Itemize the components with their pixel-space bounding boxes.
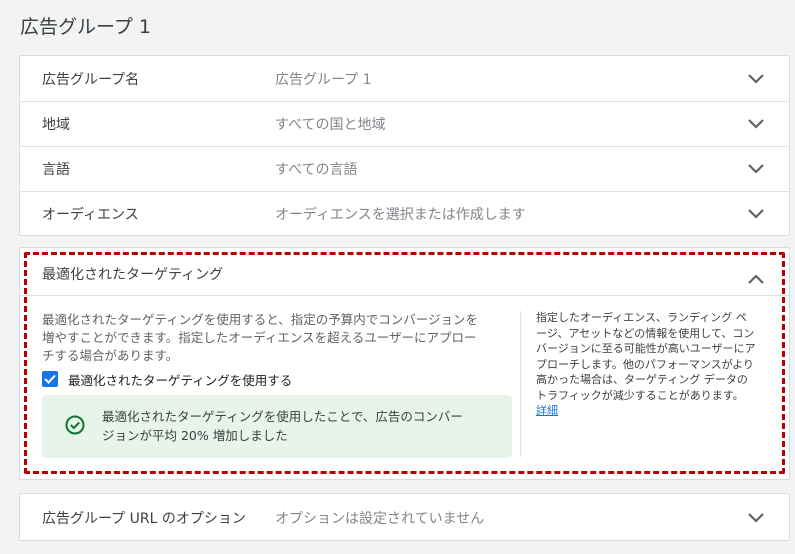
description-line: チする場合があります。 [42, 348, 179, 363]
optimized-targeting-panel: 最適化されたターゲティング 最適化されたターゲティングを使用すると、指定の予算内… [19, 247, 790, 480]
description-line: 最適化されたターゲティングを使用すると、指定の予算内でコンバージョンを [42, 312, 479, 327]
help-line: バージョンに至る可能性が高いユーザーにア [536, 342, 756, 355]
help-line: トラフィックが減少することがあります。 [536, 388, 744, 402]
chevron-down-icon[interactable] [747, 73, 765, 85]
url-options-panel: 広告グループ URL のオプション オプションは設定されていません [19, 493, 790, 541]
success-text: 最適化されたターゲティングを使用したことで、広告のコンバー ジョンが平均 20%… [102, 407, 502, 445]
setting-label: 広告グループ名 [42, 71, 140, 88]
setting-row-url-options[interactable]: 広告グループ URL のオプション オプションは設定されていません [20, 495, 789, 540]
setting-row-audience[interactable]: オーディエンス オーディエンスを選択または作成します [20, 191, 789, 236]
checkbox-label[interactable]: 最適化されたターゲティングを使用する [68, 370, 292, 389]
optimized-targeting-title[interactable]: 最適化されたターゲティング [42, 264, 223, 284]
setting-value: すべての言語 [275, 162, 358, 178]
setting-row-ad-group-name[interactable]: 広告グループ名 広告グループ 1 [20, 56, 789, 101]
setting-label: 地域 [42, 117, 70, 133]
use-optimized-targeting-checkbox-row[interactable]: 最適化されたターゲティングを使用する [42, 370, 292, 388]
chevron-down-icon[interactable] [747, 118, 765, 130]
optimized-targeting-description: 最適化されたターゲティングを使用すると、指定の予算内でコンバージョンを 増やすこ… [42, 311, 508, 365]
setting-value: オーディエンスを選択または作成します [275, 207, 526, 223]
checkbox-checked[interactable] [42, 371, 58, 387]
setting-value: すべての国と地域 [275, 117, 386, 133]
chevron-up-icon[interactable] [747, 270, 765, 284]
success-message: 最適化されたターゲティングを使用したことで、広告のコンバー ジョンが平均 20%… [42, 395, 512, 458]
settings-panel: 広告グループ名 広告グループ 1 地域 すべての国と地域 言語 すべての言語 オ… [19, 55, 790, 236]
page-title: 広告グループ 1 [20, 16, 151, 38]
divider [20, 295, 789, 296]
setting-label: オーディエンス [42, 207, 139, 223]
learn-more-link[interactable]: 詳細 [536, 403, 774, 419]
success-line: ジョンが平均 20% 増加しました [102, 428, 288, 443]
description-line: 増やすことができます。指定したオーディエンスを超えるユーザーにアプロー [42, 330, 477, 345]
setting-value: 広告グループ 1 [275, 71, 372, 88]
help-line: ージ、アセットなどの情報を使用して、コン [536, 326, 755, 340]
help-line: 指定したオーディエンス、ランディング ペ [536, 311, 747, 324]
setting-row-language[interactable]: 言語 すべての言語 [20, 146, 789, 191]
setting-value: オプションは設定されていません [275, 510, 485, 527]
setting-label: 言語 [42, 162, 70, 178]
chevron-down-icon[interactable] [747, 163, 765, 175]
setting-row-location[interactable]: 地域 すべての国と地域 [20, 101, 789, 146]
vertical-divider [520, 311, 521, 457]
help-line: 高かった場合は、ターゲティング データの [536, 373, 748, 386]
help-line: プローチします。他のパフォーマンスがより [536, 357, 754, 371]
chevron-down-icon[interactable] [747, 208, 765, 220]
chevron-down-icon[interactable] [747, 512, 765, 524]
check-circle-icon [64, 414, 86, 436]
success-line: 最適化されたターゲティングを使用したことで、広告のコンバー [102, 409, 463, 424]
setting-label: 広告グループ URL のオプション [42, 510, 246, 527]
help-text: 指定したオーディエンス、ランディング ペ ージ、アセットなどの情報を使用して、コ… [536, 310, 774, 419]
